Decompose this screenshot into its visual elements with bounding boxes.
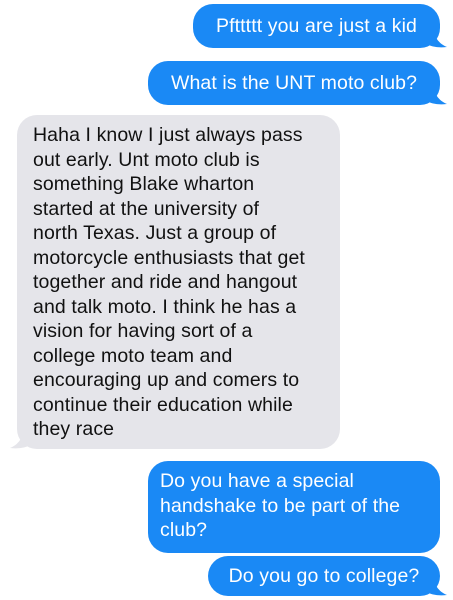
message-text: Haha I know I just always pass out early…: [33, 124, 305, 440]
message-bubble-outgoing[interactable]: Do you go to college?: [208, 556, 447, 596]
message-thread: Pfttttt you are just a kid What is the U…: [0, 0, 453, 600]
bubble-tail-icon: [425, 26, 447, 48]
bubble-tail-icon: [425, 574, 447, 596]
bubble-tail-icon: [425, 83, 447, 105]
message-text: What is the UNT moto club?: [170, 72, 418, 94]
message-text: Do you have a special handshake to be pa…: [160, 470, 401, 541]
message-bubble-outgoing[interactable]: Pfttttt you are just a kid: [193, 4, 447, 48]
message-text: Do you go to college?: [228, 565, 420, 587]
message-bubble-outgoing[interactable]: Do you have a special handshake to be pa…: [148, 461, 440, 553]
message-bubble-outgoing[interactable]: What is the UNT moto club?: [148, 61, 447, 105]
message-text: Pfttttt you are just a kid: [216, 15, 417, 37]
message-bubble-incoming[interactable]: Haha I know I just always pass out early…: [10, 115, 340, 449]
bubble-tail-icon: [10, 427, 32, 449]
